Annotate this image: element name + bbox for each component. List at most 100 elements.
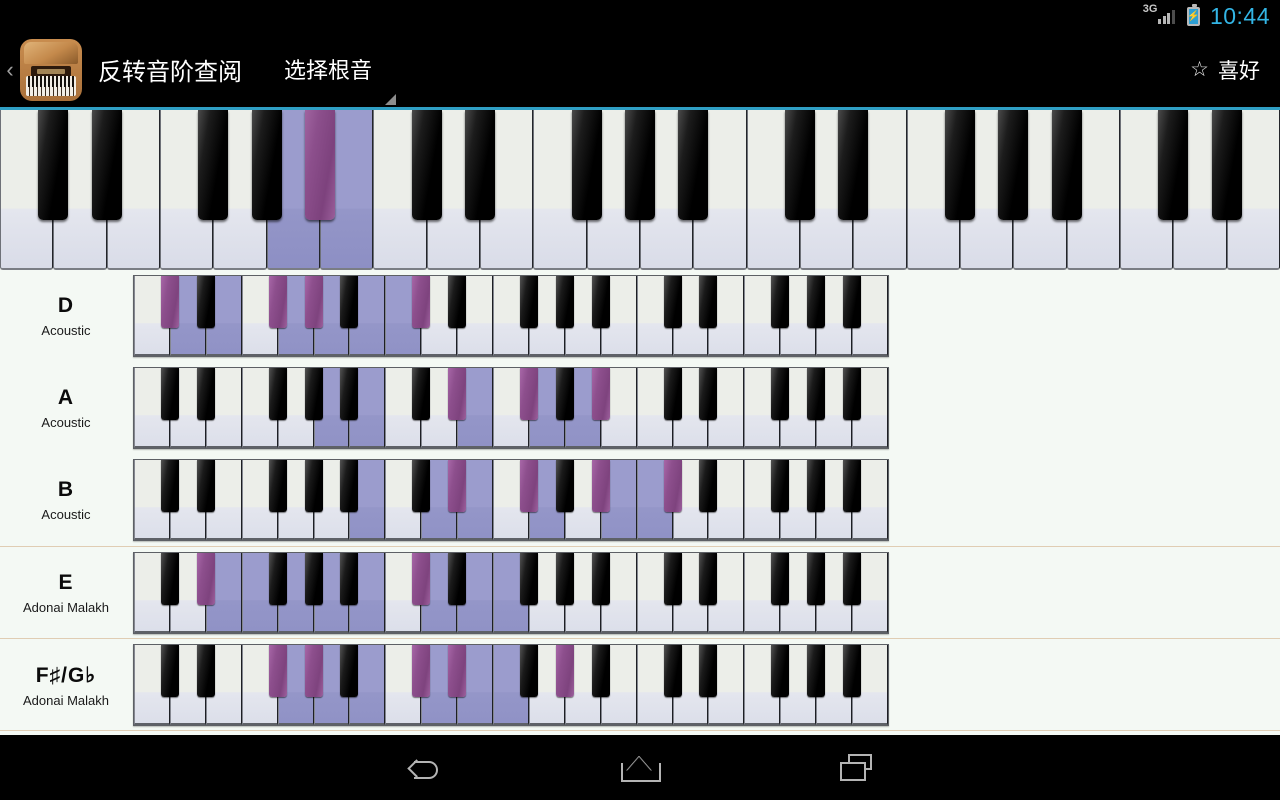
black-key[interactable]: [304, 645, 323, 697]
black-key[interactable]: [268, 645, 287, 697]
black-key[interactable]: [340, 368, 359, 420]
black-key[interactable]: [555, 553, 574, 605]
black-key[interactable]: [663, 276, 682, 328]
black-key[interactable]: [591, 553, 610, 605]
black-key[interactable]: [663, 553, 682, 605]
black-key[interactable]: [555, 645, 574, 697]
black-key[interactable]: [1211, 110, 1242, 220]
black-key[interactable]: [448, 276, 467, 328]
scale-row[interactable]: D Acoustic: [0, 270, 1280, 362]
piano-app-icon[interactable]: [20, 38, 82, 101]
black-key[interactable]: [555, 460, 574, 512]
black-key[interactable]: [1051, 110, 1082, 220]
scale-mini-keyboard[interactable]: [133, 644, 889, 726]
nav-back-button[interactable]: [358, 735, 488, 800]
black-key[interactable]: [555, 276, 574, 328]
black-key[interactable]: [843, 276, 862, 328]
black-key[interactable]: [1158, 110, 1189, 220]
scale-row[interactable]: F♯/G♭ Adonai Malakh: [0, 638, 1280, 730]
nav-recents-button[interactable]: [792, 735, 922, 800]
black-key[interactable]: [268, 553, 287, 605]
black-key[interactable]: [411, 110, 442, 220]
black-key[interactable]: [412, 368, 431, 420]
black-key[interactable]: [304, 276, 323, 328]
black-key[interactable]: [91, 110, 122, 220]
black-key[interactable]: [196, 645, 215, 697]
black-key[interactable]: [465, 110, 495, 220]
scale-row[interactable]: B Acoustic: [0, 454, 1280, 546]
black-key[interactable]: [448, 645, 467, 697]
scale-mini-keyboard[interactable]: [133, 275, 889, 357]
black-key[interactable]: [268, 276, 287, 328]
root-note-spinner[interactable]: 选择根音: [284, 53, 406, 105]
black-key[interactable]: [699, 460, 718, 512]
black-key[interactable]: [591, 460, 610, 512]
black-key[interactable]: [448, 460, 467, 512]
black-key[interactable]: [699, 276, 718, 328]
black-key[interactable]: [412, 276, 431, 328]
black-key[interactable]: [519, 368, 538, 420]
black-key[interactable]: [340, 276, 359, 328]
black-key[interactable]: [843, 460, 862, 512]
black-key[interactable]: [448, 553, 467, 605]
black-key[interactable]: [771, 553, 790, 605]
black-key[interactable]: [807, 460, 826, 512]
black-key[interactable]: [340, 553, 359, 605]
scale-row[interactable]: E Adonai Malakh: [0, 546, 1280, 638]
black-key[interactable]: [160, 645, 179, 697]
black-key[interactable]: [843, 553, 862, 605]
black-key[interactable]: [843, 645, 862, 697]
main-piano-keyboard[interactable]: [0, 107, 1280, 270]
black-key[interactable]: [771, 276, 790, 328]
black-key[interactable]: [448, 368, 467, 420]
black-key[interactable]: [160, 460, 179, 512]
black-key[interactable]: [160, 368, 179, 420]
black-key[interactable]: [412, 645, 431, 697]
black-key[interactable]: [268, 368, 287, 420]
black-key[interactable]: [591, 368, 610, 420]
black-key[interactable]: [196, 276, 215, 328]
black-key[interactable]: [771, 460, 790, 512]
black-key[interactable]: [519, 645, 538, 697]
black-key[interactable]: [160, 553, 179, 605]
scale-mini-keyboard[interactable]: [133, 552, 889, 634]
nav-home-button[interactable]: [575, 735, 705, 800]
black-key[interactable]: [678, 110, 709, 220]
black-key[interactable]: [304, 553, 323, 605]
up-caret-icon[interactable]: ‹: [2, 58, 18, 81]
black-key[interactable]: [519, 553, 538, 605]
black-key[interactable]: [785, 110, 815, 220]
scale-result-list[interactable]: D Acoustic A Acoustic B Acoustic E Adonai Malak…: [0, 270, 1280, 735]
black-key[interactable]: [591, 645, 610, 697]
black-key[interactable]: [268, 460, 287, 512]
black-key[interactable]: [843, 368, 862, 420]
black-key[interactable]: [251, 110, 282, 220]
black-key[interactable]: [771, 368, 790, 420]
black-key[interactable]: [519, 276, 538, 328]
black-key[interactable]: [304, 460, 323, 512]
black-key[interactable]: [304, 368, 323, 420]
black-key[interactable]: [807, 553, 826, 605]
black-key[interactable]: [771, 645, 790, 697]
black-key[interactable]: [663, 368, 682, 420]
black-key[interactable]: [196, 553, 215, 605]
black-key[interactable]: [807, 276, 826, 328]
black-key[interactable]: [571, 110, 602, 220]
favorite-button[interactable]: ☆ 喜好: [1190, 55, 1260, 85]
black-key[interactable]: [807, 368, 826, 420]
black-key[interactable]: [625, 110, 655, 220]
black-key[interactable]: [945, 110, 975, 220]
black-key[interactable]: [38, 110, 69, 220]
black-key[interactable]: [198, 110, 229, 220]
black-key[interactable]: [591, 276, 610, 328]
black-key[interactable]: [412, 460, 431, 512]
black-key[interactable]: [699, 553, 718, 605]
black-key[interactable]: [807, 645, 826, 697]
scale-mini-keyboard[interactable]: [133, 459, 889, 541]
black-key[interactable]: [340, 645, 359, 697]
black-key[interactable]: [340, 460, 359, 512]
black-key[interactable]: [998, 110, 1029, 220]
black-key[interactable]: [519, 460, 538, 512]
scale-row[interactable]: A Acoustic: [0, 362, 1280, 454]
black-key[interactable]: [196, 368, 215, 420]
